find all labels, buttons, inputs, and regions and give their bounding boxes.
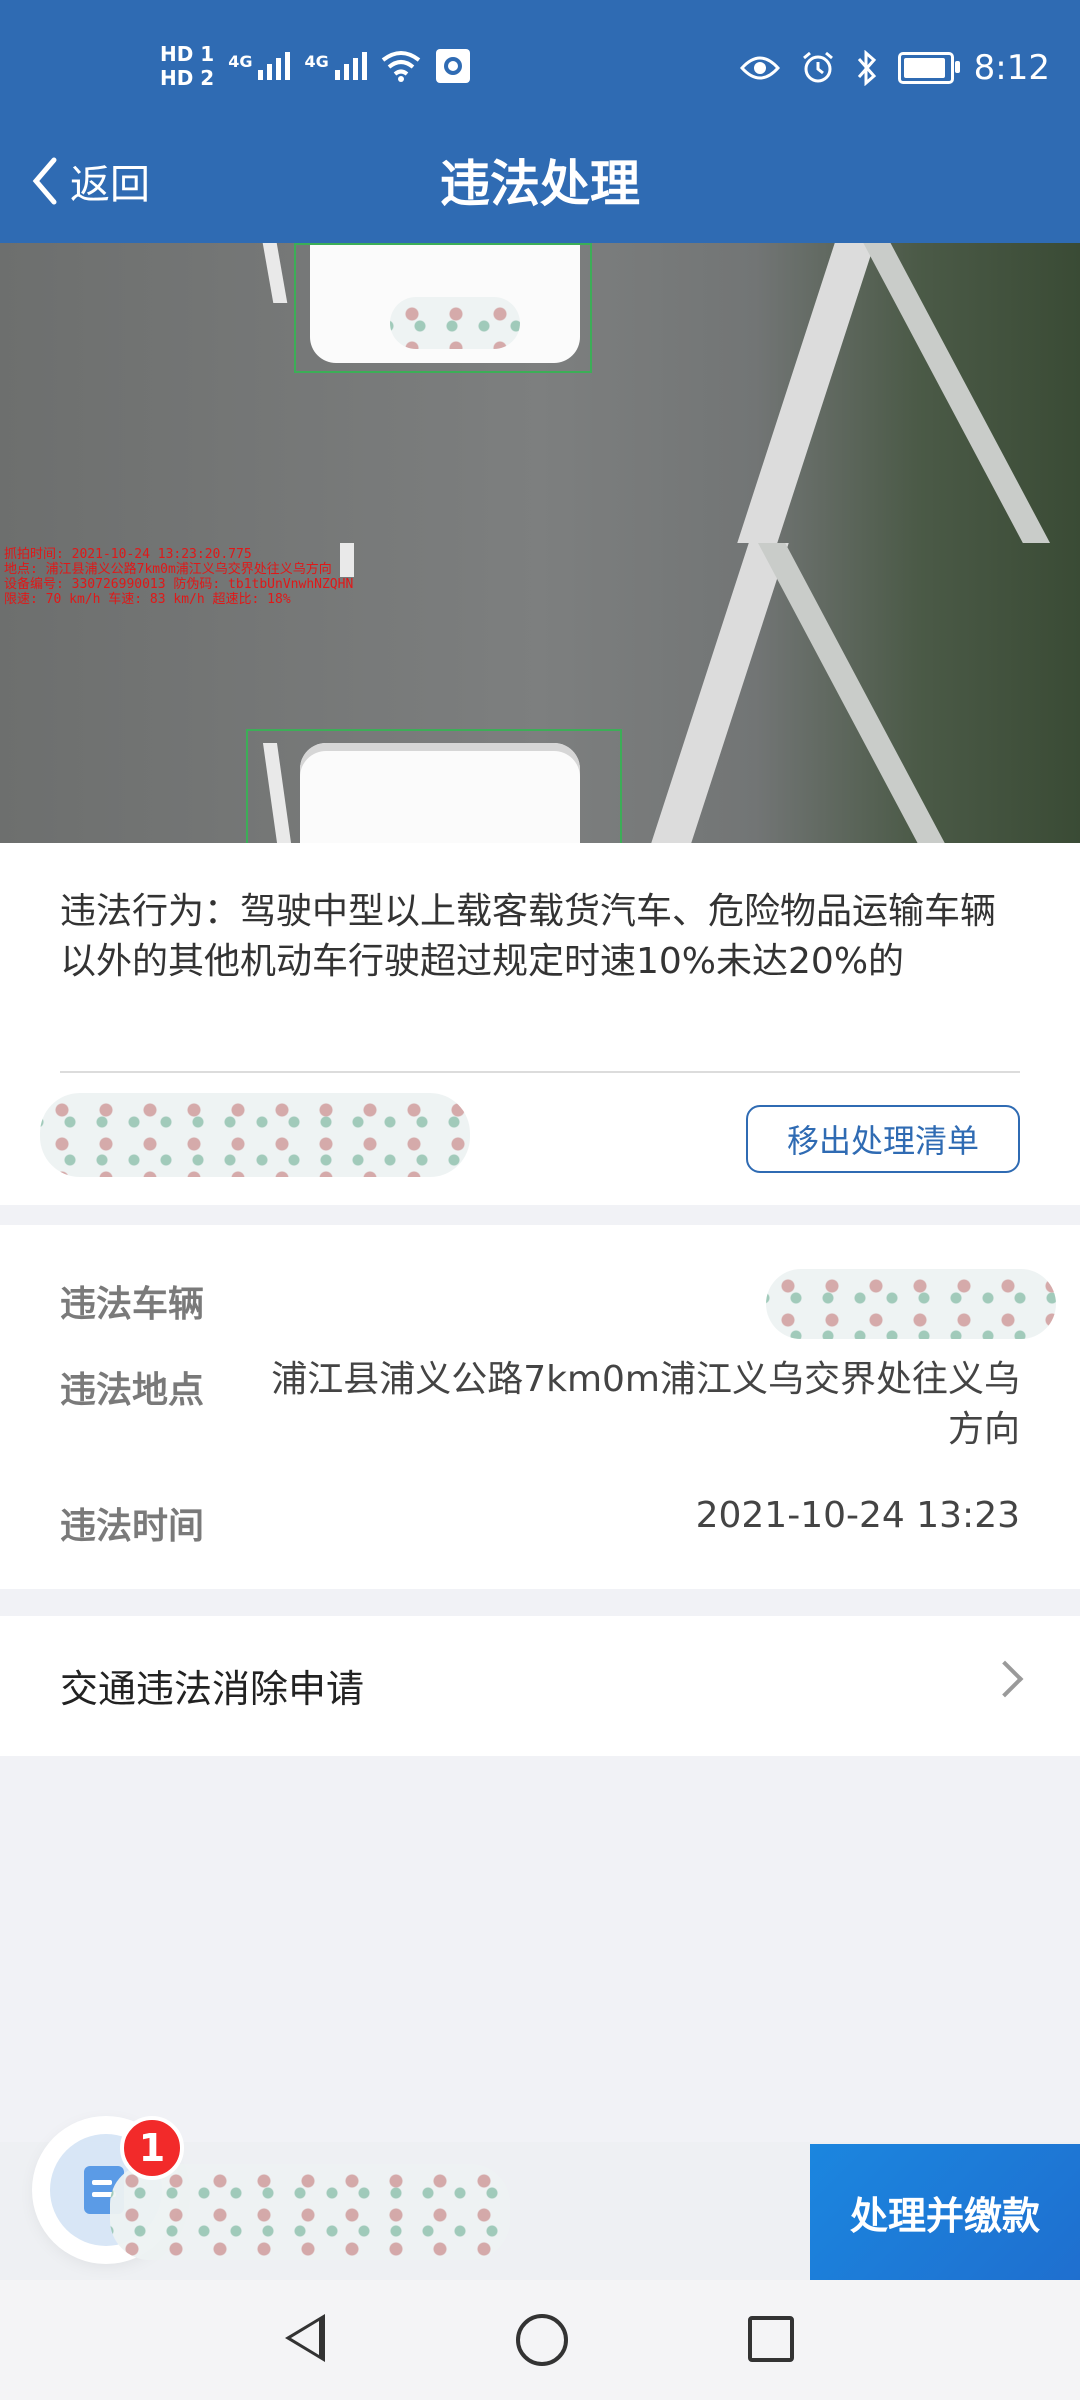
top-bar: HD 1 HD 2 4G 4G 8:12 返回 违法处理 (0, 0, 1080, 243)
time-value: 2021-10-24 13:23 (695, 1495, 1020, 1536)
nav-recents-icon[interactable] (748, 2316, 794, 2362)
signal-icon-1: 4G (228, 52, 291, 80)
erase-request-label: 交通违法消除申请 (60, 1667, 365, 1711)
battery-icon (897, 52, 960, 84)
hd-indicators: HD 1 HD 2 (160, 42, 214, 90)
wifi-icon (381, 51, 420, 82)
photo-overlay-text: 抓拍时间: 2021-10-24 13:23:20.775 地点: 浦江县浦义公… (4, 547, 353, 607)
detection-box-2 (246, 729, 622, 843)
clock: 8:12 (973, 48, 1050, 88)
alarm-icon (802, 51, 833, 83)
vehicle-plate-blur (766, 1269, 1056, 1339)
location-label: 违法地点 (60, 1370, 205, 1411)
overlay-line-4: 限速: 70 km/h 车速: 83 km/h 超速比: 18% (4, 592, 291, 607)
time-label: 违法时间 (60, 1506, 205, 1547)
bottom-info-blur (110, 2164, 510, 2260)
violation-photo-2[interactable]: 抓拍时间: 2021-10-24 13:23:20.775 地点: 浦江县浦义公… (0, 543, 1080, 843)
overlay-line-1: 抓拍时间: 2021-10-24 13:23:20.775 (4, 547, 252, 562)
status-bar: HD 1 HD 2 4G 4G 8:12 (0, 0, 1080, 120)
status-left: HD 1 HD 2 4G 4G (160, 36, 471, 96)
status-right: 8:12 (739, 38, 1050, 98)
violation-photo-1[interactable] (0, 243, 1080, 543)
plate-blur (390, 297, 520, 349)
erase-request-row[interactable]: 交通违法消除申请 (0, 1616, 1080, 1756)
eye-icon (739, 56, 780, 80)
page-title: 违法处理 (440, 155, 640, 213)
notification-badge: 1 (120, 2116, 184, 2180)
bluetooth-icon (857, 50, 876, 86)
system-nav-bar (0, 2280, 1080, 2400)
network-type-1: 4G (228, 52, 253, 71)
hd1-label: HD 1 (160, 42, 215, 66)
overlay-line-3: 设备编号: 330726990013 防伪码: tb1tbUnVnwhNZQHN (4, 577, 354, 592)
violation-description: 违法行为：驾驶中型以上载客载货汽车、危险物品运输车辆以外的其他机动车行驶超过规定… (60, 891, 997, 982)
chevron-right-icon (986, 1660, 1024, 1698)
process-and-pay-button[interactable]: 处理并缴款 (810, 2144, 1080, 2280)
remove-from-list-button[interactable]: 移出处理清单 (746, 1105, 1020, 1173)
network-type-2: 4G (304, 52, 329, 71)
details-card: 违法车辆 违法地点 浦江县浦义公路7km0m浦江义乌交界处往义乌方向 违法时间 … (0, 1225, 1080, 1589)
plate-number-blur (40, 1093, 470, 1177)
location-value: 浦江县浦义公路7km0m浦江义乌交界处往义乌方向 (271, 1359, 1020, 1450)
vehicle-label: 违法车辆 (60, 1284, 205, 1325)
nav-home-icon[interactable] (516, 2314, 568, 2366)
nav-back-icon[interactable] (285, 2314, 325, 2362)
signal-icon-2: 4G (304, 52, 367, 80)
divider (60, 1071, 1020, 1073)
violation-card: 违法行为：驾驶中型以上载客载货汽车、危险物品运输车辆以外的其他机动车行驶超过规定… (0, 843, 1080, 1205)
camera-app-icon (435, 49, 470, 83)
overlay-line-2: 地点: 浦江县浦义公路7km0m浦江义乌交界处往义乌方向 (4, 562, 332, 577)
header: 返回 违法处理 (0, 124, 1080, 240)
hd2-label: HD 2 (160, 66, 215, 90)
